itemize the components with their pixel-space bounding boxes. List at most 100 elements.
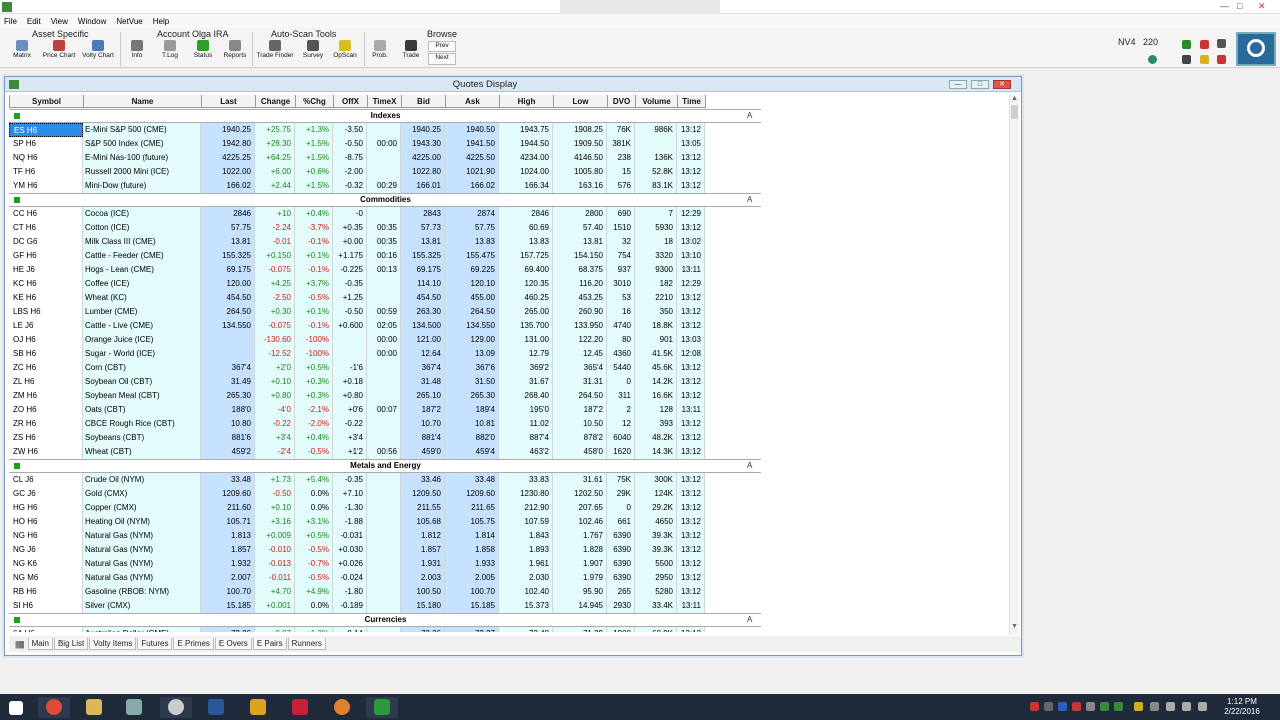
tray-icon-9[interactable] — [1150, 702, 1159, 711]
window-maximize-icon[interactable]: □ — [971, 80, 989, 89]
cell-symbol[interactable]: KE H6 — [9, 291, 83, 305]
tray-icon-8[interactable] — [1134, 702, 1143, 711]
table-row[interactable]: HG H6 Copper (CMX) 211.60 +0.10 0.0% -1.30 211… — [9, 501, 761, 515]
taskbar-app-2[interactable] — [242, 697, 274, 718]
cell-symbol[interactable]: ZS H6 — [9, 431, 83, 445]
mail-icon[interactable] — [1217, 39, 1226, 48]
tab-scroll-grip[interactable]: |||||||| — [15, 640, 25, 649]
status-button[interactable]: Status — [190, 40, 216, 66]
taskbar-clock[interactable]: 1:12 PM 2/22/2016 — [1212, 697, 1272, 717]
column-header--chg[interactable]: %Chg — [296, 95, 334, 108]
cell-symbol[interactable]: NG J6 — [9, 543, 83, 557]
scroll-down-icon[interactable]: ▼ — [1011, 623, 1018, 630]
cell-symbol[interactable]: GF H6 — [9, 249, 83, 263]
column-header-change[interactable]: Change — [256, 95, 296, 108]
taskbar-optionvue[interactable] — [160, 697, 192, 718]
column-header-name[interactable]: Name — [84, 95, 202, 108]
table-row[interactable]: NQ H6 E-Mini Nas-100 (future) 4225.25 +64.2… — [9, 151, 761, 165]
cell-symbol[interactable]: KC H6 — [9, 277, 83, 291]
section-sort-marker[interactable]: A — [747, 460, 761, 472]
volty-chart-button[interactable]: Volty Chart — [80, 40, 116, 66]
cell-symbol[interactable]: NG K6 — [9, 557, 83, 571]
trade-button[interactable]: Trade — [398, 40, 424, 66]
table-row[interactable]: ZC H6 Corn (CBT) 367'4 +2'0 +0.5% -1'6 367'4 36… — [9, 361, 761, 375]
opscan-button[interactable]: OpScan — [331, 40, 359, 66]
tab-e-pairs[interactable]: E Pairs — [252, 638, 287, 650]
section-sort-marker[interactable]: A — [747, 110, 761, 122]
column-header-symbol[interactable]: Symbol — [10, 95, 84, 108]
cell-symbol[interactable]: HE J6 — [9, 263, 83, 277]
section-collapse-icon[interactable] — [14, 197, 20, 203]
cell-symbol[interactable]: DC G6 — [9, 235, 83, 249]
tlog-button[interactable]: T.Log — [158, 40, 182, 66]
cell-symbol[interactable]: ES H6 — [9, 123, 83, 137]
section-header[interactable]: Commodities A — [9, 193, 761, 207]
table-row[interactable]: HO H6 Heating Oil (NYM) 105.71 +3.16 +3.1% -1… — [9, 515, 761, 529]
tab-e-overs[interactable]: E Overs — [214, 638, 252, 650]
cell-symbol[interactable]: LBS H6 — [9, 305, 83, 319]
tray-icon-6[interactable] — [1100, 702, 1109, 711]
table-row[interactable]: KE H6 Wheat (KC) 454.50 -2.50 -0.5% +1.25 454.… — [9, 291, 761, 305]
survey-button[interactable]: Survey — [301, 40, 325, 66]
menu-edit[interactable]: Edit — [27, 17, 41, 26]
table-row[interactable]: OJ H6 Orange Juice (ICE) -130.60 -100% 00:00… — [9, 333, 761, 347]
prev-button[interactable]: Prev — [428, 41, 456, 52]
table-row[interactable]: SP H6 S&P 500 Index (CME) 1942.80 +28.30 +1.… — [9, 137, 761, 151]
close-icon[interactable]: ✕ — [1258, 1, 1266, 12]
tab-volty-items[interactable]: Volty Items — [89, 638, 137, 650]
tab-futures[interactable]: Futures — [137, 638, 173, 650]
bell-icon[interactable] — [1200, 55, 1209, 64]
table-row[interactable]: SB H6 Sugar - World (ICE) -12.52 -100% 00:00… — [9, 347, 761, 361]
section-sort-marker[interactable]: A — [747, 614, 761, 626]
cell-symbol[interactable]: HG H6 — [9, 501, 83, 515]
tray-icon-3[interactable] — [1058, 702, 1067, 711]
column-header-volume[interactable]: Volume — [636, 95, 678, 108]
table-row[interactable]: CC H6 Cocoa (ICE) 2846 +10 +0.4% -0 2843 2874 28… — [9, 207, 761, 221]
section-header[interactable]: Currencies A — [9, 613, 761, 627]
section-header[interactable]: Indexes A — [9, 109, 761, 123]
table-row[interactable]: NG J6 Natural Gas (NYM) 1.857 -0.010 -0.5% +0… — [9, 543, 761, 557]
table-row[interactable]: YM H6 Mini-Dow (future) 166.02 +2.44 +1.5% -0… — [9, 179, 761, 193]
cell-symbol[interactable]: HO H6 — [9, 515, 83, 529]
table-row[interactable]: ES H6 E-Mini S&P 500 (CME) 1940.25 +25.75 +1… — [9, 123, 761, 137]
table-row[interactable]: TF H6 Russell 2000 Mini (ICE) 1022.00 +6.00… — [9, 165, 761, 179]
table-row[interactable]: DC G6 Milk Class III (CME) 13.81 -0.01 -0.1%… — [9, 235, 761, 249]
table-row[interactable]: 6A H6Australian Dollar (CME)72.26+0.87+1… — [9, 627, 761, 632]
cell-symbol[interactable]: 6A H6 — [9, 627, 83, 632]
column-header-high[interactable]: High — [500, 95, 554, 108]
printer-icon[interactable] — [1182, 55, 1191, 64]
minimize-icon[interactable]: — — [1220, 1, 1229, 11]
table-row[interactable]: LBS H6 Lumber (CME) 264.50 +0.30 +0.1% -0.50 0… — [9, 305, 761, 319]
tray-icon-2[interactable] — [1044, 702, 1053, 711]
taskbar-acrobat[interactable] — [284, 697, 316, 718]
cell-symbol[interactable]: ZC H6 — [9, 361, 83, 375]
cell-symbol[interactable]: NG M6 — [9, 571, 83, 585]
group-account[interactable]: Account Olga IRA — [157, 29, 229, 39]
taskbar-app[interactable] — [118, 697, 150, 718]
section-collapse-icon[interactable] — [14, 617, 20, 623]
column-header-bid[interactable]: Bid — [402, 95, 446, 108]
cell-symbol[interactable]: NQ H6 — [9, 151, 83, 165]
trade-finder-button[interactable]: Trade Finder — [255, 40, 295, 66]
table-row[interactable]: NG H6 Natural Gas (NYM) 1.813 +0.009 +0.5% -0… — [9, 529, 761, 543]
table-row[interactable]: GF H6 Cattle - Feeder (CME) 155.325 +0.150 +… — [9, 249, 761, 263]
network-icon[interactable] — [1166, 702, 1175, 711]
window-minimize-icon[interactable]: — — [949, 80, 967, 89]
tray-icon-5[interactable] — [1086, 702, 1095, 711]
cell-symbol[interactable]: GC J6 — [9, 487, 83, 501]
table-row[interactable]: ZL H6 Soybean Oil (CBT) 31.49 +0.10 +0.3% +0.… — [9, 375, 761, 389]
table-row[interactable]: RB H6 Gasoline (RBOB: NYM) 100.70 +4.70 +4.9… — [9, 585, 761, 599]
column-header-low[interactable]: Low — [554, 95, 608, 108]
taskbar-word[interactable] — [200, 697, 232, 718]
table-row[interactable]: GC J6 Gold (CMX) 1209.60 -0.50 0.0% +7.10 1209… — [9, 487, 761, 501]
tab-runners[interactable]: Runners — [287, 638, 326, 650]
info-button[interactable]: Info — [126, 40, 148, 66]
menu-window[interactable]: Window — [78, 17, 106, 26]
column-header-timex[interactable]: TimeX — [368, 95, 402, 108]
cell-symbol[interactable]: ZO H6 — [9, 403, 83, 417]
cell-symbol[interactable]: LE J6 — [9, 319, 83, 333]
taskbar-chrome[interactable] — [38, 697, 70, 718]
column-header-ask[interactable]: Ask — [446, 95, 500, 108]
cell-symbol[interactable]: OJ H6 — [9, 333, 83, 347]
volume-icon[interactable] — [1198, 702, 1207, 711]
